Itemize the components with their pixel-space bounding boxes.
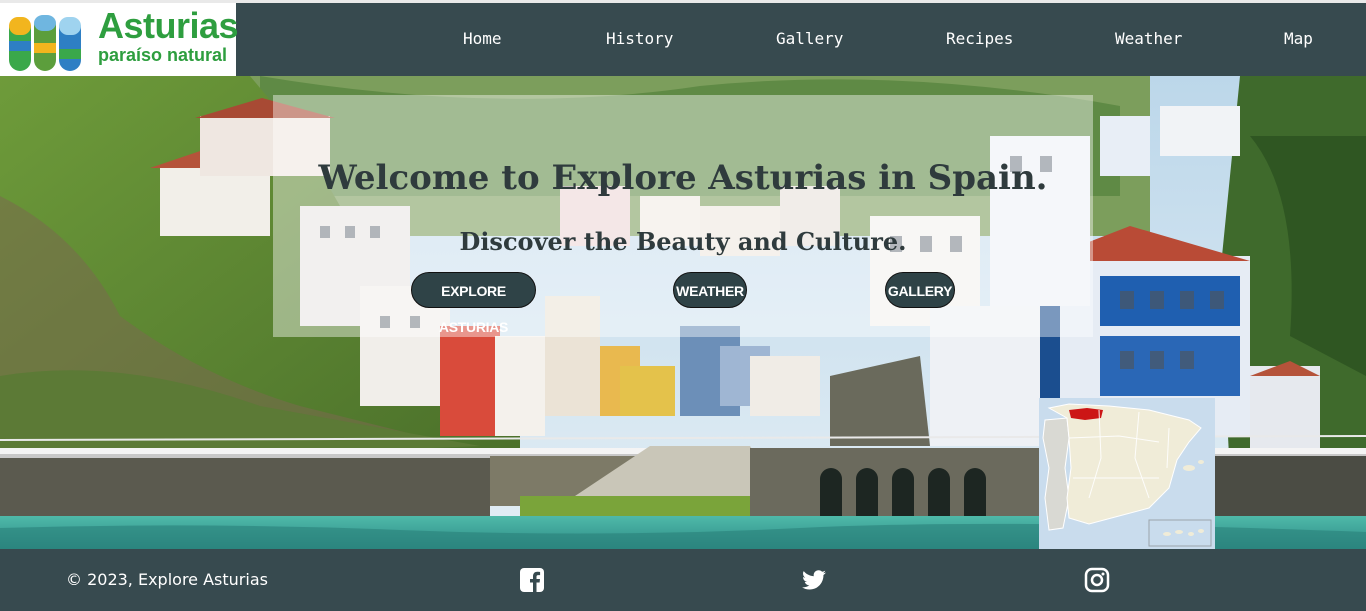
copyright-text: © 2023, Explore Asturias (66, 570, 268, 589)
weather-button[interactable]: WEATHER (673, 272, 747, 308)
logo-title: Asturias (98, 5, 239, 46)
nav-weather[interactable]: Weather (1115, 29, 1182, 49)
twitter-icon[interactable] (801, 567, 827, 593)
nav-home[interactable]: Home (463, 29, 502, 49)
facebook-icon[interactable] (519, 567, 545, 593)
nav-gallery[interactable]: Gallery (776, 29, 843, 49)
hero-subheading: Discover the Beauty and Culture. (459, 227, 907, 256)
nav-recipes[interactable]: Recipes (946, 29, 1013, 49)
spain-map[interactable] (1039, 398, 1215, 549)
explore-asturias-button[interactable]: EXPLORE ASTURIAS (411, 272, 536, 335)
site-logo[interactable]: Asturias paraíso natural (0, 3, 239, 76)
instagram-icon[interactable] (1084, 567, 1110, 593)
gallery-button[interactable]: GALLERY (885, 272, 955, 308)
logo-subtitle: paraíso natural (98, 45, 228, 65)
nav-map[interactable]: Map (1284, 29, 1313, 49)
spain-map-icon (1039, 398, 1215, 549)
nav-history[interactable]: History (606, 29, 673, 49)
hero-heading: Welcome to Explore Asturias in Spain. (318, 158, 1048, 198)
